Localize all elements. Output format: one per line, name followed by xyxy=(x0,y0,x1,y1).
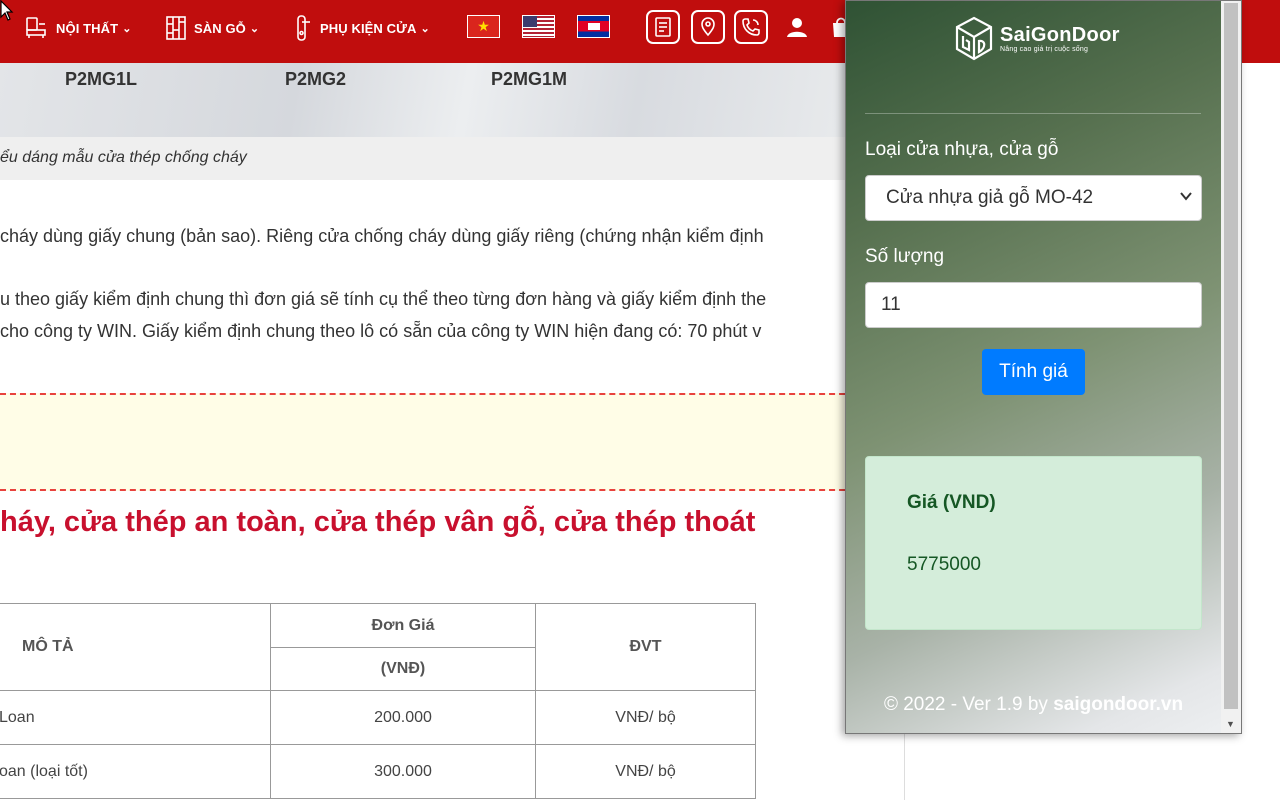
footer-site-link[interactable]: saigondoor.vn xyxy=(1053,694,1183,715)
price-table: MÔ TẢ Đơn Giá ĐVT (VNĐ) Loan 200.000 VNĐ… xyxy=(0,603,756,799)
table-header-description: MÔ TẢ xyxy=(0,603,271,691)
nav-item-phu-kien-cua[interactable]: PHỤ KIỆN CỬA ⌄ xyxy=(296,14,430,42)
mouse-cursor-icon xyxy=(0,0,14,21)
table-header-price: Đơn Giá xyxy=(270,603,536,648)
table-cell-description: Loan xyxy=(0,690,271,745)
chevron-down-icon: ⌄ xyxy=(249,22,260,35)
browser-viewport: NỘI THẤT ⌄ SÀN GỖ ⌄ PHỤ KIỆN CỬA ⌄ ★ P2M… xyxy=(0,0,1280,800)
table-cell-price: 300.000 xyxy=(270,744,536,799)
phone-icon[interactable] xyxy=(734,10,768,44)
quantity-input[interactable]: 11 xyxy=(865,282,1202,328)
furniture-icon xyxy=(24,16,48,40)
footer-text: © 2022 - Ver 1.9 by xyxy=(883,694,1054,715)
table-cell-description: oan (loại tốt) xyxy=(0,744,271,799)
nav-item-label: SÀN GỖ xyxy=(194,20,246,36)
nav-item-noi-that[interactable]: NỘI THẤT ⌄ xyxy=(24,14,132,42)
door-type-label: Loại cửa nhựa, cửa gỗ xyxy=(865,139,1059,160)
scrollbar-thumb[interactable] xyxy=(1224,3,1238,709)
product-code: P2MG1L xyxy=(65,69,138,89)
quantity-value: 11 xyxy=(881,294,901,315)
popup-footer: © 2022 - Ver 1.9 by saigondoor.vn xyxy=(846,694,1221,716)
catalog-icon[interactable] xyxy=(646,10,680,44)
table-header-unit: ĐVT xyxy=(535,603,756,691)
product-image-strip: P2MG1L P2MG2 P2MG1M xyxy=(0,63,845,137)
nav-item-san-go[interactable]: SÀN GỖ ⌄ xyxy=(166,14,259,42)
notice-box xyxy=(0,393,905,491)
door-type-select[interactable]: Cửa nhựa giả gỗ MO-42 xyxy=(865,175,1202,221)
body-paragraph: u theo giấy kiểm định chung thì đơn giá … xyxy=(0,289,767,309)
nav-item-label: PHỤ KIỆN CỬA xyxy=(320,20,417,36)
table-row: Loan 200.000 VNĐ/ bộ xyxy=(0,690,756,745)
logo-cube-icon xyxy=(955,16,993,61)
quantity-label: Số lượng xyxy=(865,246,945,267)
table-cell-price: 200.000 xyxy=(270,690,536,745)
price-result-value: 5775000 xyxy=(907,554,981,575)
table-cell-unit: VNĐ/ bộ xyxy=(535,744,756,799)
user-icon[interactable] xyxy=(782,12,812,42)
usa-flag-icon[interactable] xyxy=(522,15,555,38)
location-icon[interactable] xyxy=(691,10,725,44)
popup-scrollbar[interactable]: ▼ xyxy=(1221,1,1241,733)
image-caption: ểu dáng mẫu cửa thép chống cháy xyxy=(0,137,845,180)
floor-icon xyxy=(166,16,186,40)
price-calculator-popup: SaiGonDoor Nâng cao giá trị cuộc sống Lo… xyxy=(845,0,1242,734)
product-code: P2MG1M xyxy=(491,69,568,89)
logo-title: SaiGonDoor xyxy=(1000,24,1120,46)
table-cell-unit: VNĐ/ bộ xyxy=(535,690,756,745)
calculate-price-button[interactable]: Tính giá xyxy=(982,349,1085,395)
price-result-box: Giá (VND) 5775000 xyxy=(865,456,1202,630)
section-heading: háy, cửa thép an toàn, cửa thép vân gỗ, … xyxy=(0,506,756,538)
vietnam-flag-icon[interactable]: ★ xyxy=(467,15,500,38)
divider xyxy=(865,113,1201,114)
scroll-down-arrow-icon[interactable]: ▼ xyxy=(1226,719,1235,729)
body-paragraph: cháy dùng giấy chung (bản sao). Riêng cử… xyxy=(0,226,764,246)
logo-tagline: Nâng cao giá trị cuộc sống xyxy=(1000,46,1089,53)
chevron-down-icon: ⌄ xyxy=(122,22,132,35)
nav-item-label: NỘI THẤT xyxy=(56,20,119,36)
body-paragraph: cho công ty WIN. Giấy kiểm định chung th… xyxy=(0,321,762,341)
door-handle-icon xyxy=(296,15,312,41)
product-code: P2MG2 xyxy=(285,69,347,89)
chevron-down-icon xyxy=(1180,192,1192,201)
content-divider xyxy=(904,730,905,800)
caption-text: ểu dáng mẫu cửa thép chống cháy xyxy=(0,149,247,166)
table-header-price-unit: (VNĐ) xyxy=(270,647,536,691)
price-result-label: Giá (VND) xyxy=(907,492,996,513)
door-type-selected: Cửa nhựa giả gỗ MO-42 xyxy=(886,187,1094,208)
table-row: oan (loại tốt) 300.000 VNĐ/ bộ xyxy=(0,744,756,799)
chevron-down-icon: ⌄ xyxy=(420,22,430,35)
saigondoor-logo: SaiGonDoor Nâng cao giá trị cuộc sống xyxy=(954,16,1120,62)
cambodia-flag-icon[interactable] xyxy=(577,15,610,38)
